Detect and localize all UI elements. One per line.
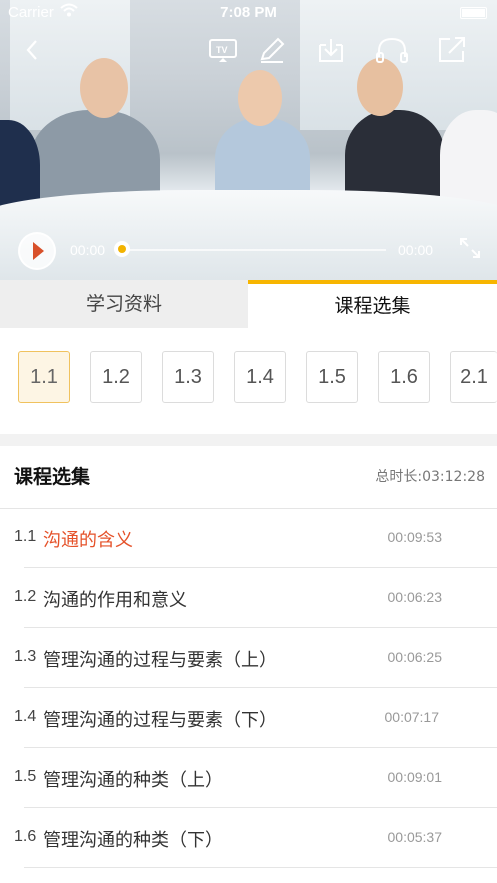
episode-number: 1.2 (14, 588, 37, 605)
tab-study-materials[interactable]: 学习资料 (0, 280, 248, 328)
episode-row[interactable]: 1.4 管理沟通的过程与要素（下） 00:07:17 (0, 688, 497, 748)
episode-chip[interactable]: 1.5 (306, 351, 358, 403)
share-icon[interactable] (437, 35, 467, 65)
clock: 7:08 PM (220, 4, 277, 21)
episode-title: 沟通的含义 (43, 530, 133, 551)
episode-number: 1.3 (14, 648, 37, 665)
tv-cast-icon[interactable]: TV (208, 35, 238, 65)
episode-chip[interactable]: 1.1 (18, 351, 70, 403)
row-divider (24, 867, 497, 868)
episode-chip[interactable]: 1.3 (162, 351, 214, 403)
episode-title: 管理沟通的种类（上） (43, 770, 223, 791)
episode-row[interactable]: 1.5 管理沟通的种类（上） 00:09:01 (0, 748, 497, 808)
episode-list-header: 课程选集 总时长:03:12:28 (0, 446, 497, 509)
episode-number: 1.4 (14, 708, 37, 725)
episode-chip[interactable]: 2.1 (450, 351, 497, 403)
total-duration: 总时长:03:12:28 (375, 469, 485, 485)
current-time: 00:00 (70, 242, 106, 258)
episode-number: 1.5 (14, 768, 37, 785)
episode-duration: 00:07:17 (384, 709, 440, 725)
episode-duration: 00:05:37 (387, 829, 443, 845)
progress-knob[interactable] (114, 241, 130, 257)
episode-row[interactable]: 1.2 沟通的作用和意义 00:06:23 (0, 568, 497, 628)
progress-track[interactable] (116, 249, 386, 251)
total-time: 00:00 (398, 242, 434, 258)
episode-row[interactable]: 1.1 沟通的含义 00:09:53 (0, 508, 497, 568)
episode-title: 管理沟通的过程与要素（上） (43, 650, 277, 671)
episode-chip[interactable]: 1.4 (234, 351, 286, 403)
tab-course-episodes[interactable]: 课程选集 (248, 280, 497, 328)
episode-number: 1.6 (14, 828, 37, 845)
section-divider (0, 434, 497, 446)
episode-number: 1.1 (14, 528, 37, 545)
episode-chip-strip: 1.1 1.2 1.3 1.4 1.5 1.6 2.1 (0, 328, 497, 434)
player-controls: 00:00 00:00 (0, 228, 497, 272)
episode-duration: 00:06:23 (387, 589, 443, 605)
episode-list-title: 课程选集 (14, 466, 91, 488)
episode-duration: 00:06:25 (387, 649, 443, 665)
video-player[interactable]: Carrier 7:08 PM TV 00:00 00:00 (0, 0, 497, 280)
episode-title: 沟通的作用和意义 (43, 590, 187, 611)
download-icon[interactable] (316, 35, 346, 65)
status-bar: Carrier 7:08 PM (0, 0, 497, 24)
episode-title: 管理沟通的种类（下） (43, 830, 223, 851)
fullscreen-icon[interactable] (458, 236, 482, 260)
svg-text:TV: TV (216, 45, 228, 55)
back-icon[interactable] (18, 35, 48, 65)
episode-chip[interactable]: 1.6 (378, 351, 430, 403)
video-person-head (238, 70, 282, 126)
episode-title: 管理沟通的过程与要素（下） (43, 710, 277, 731)
content-tabs: 学习资料 课程选集 (0, 280, 497, 328)
battery-icon (460, 7, 487, 19)
episode-duration: 00:09:01 (387, 769, 443, 785)
pencil-icon[interactable] (257, 35, 287, 65)
video-person (440, 110, 497, 210)
episode-row[interactable]: 1.3 管理沟通的过程与要素（上） 00:06:25 (0, 628, 497, 688)
episode-chip[interactable]: 1.2 (90, 351, 142, 403)
player-toolbar: TV (0, 30, 497, 70)
headphones-icon[interactable] (375, 35, 408, 65)
episode-row[interactable]: 1.6 管理沟通的种类（下） 00:05:37 (0, 808, 497, 868)
episode-duration: 00:09:53 (387, 529, 443, 545)
play-icon[interactable] (18, 232, 56, 270)
